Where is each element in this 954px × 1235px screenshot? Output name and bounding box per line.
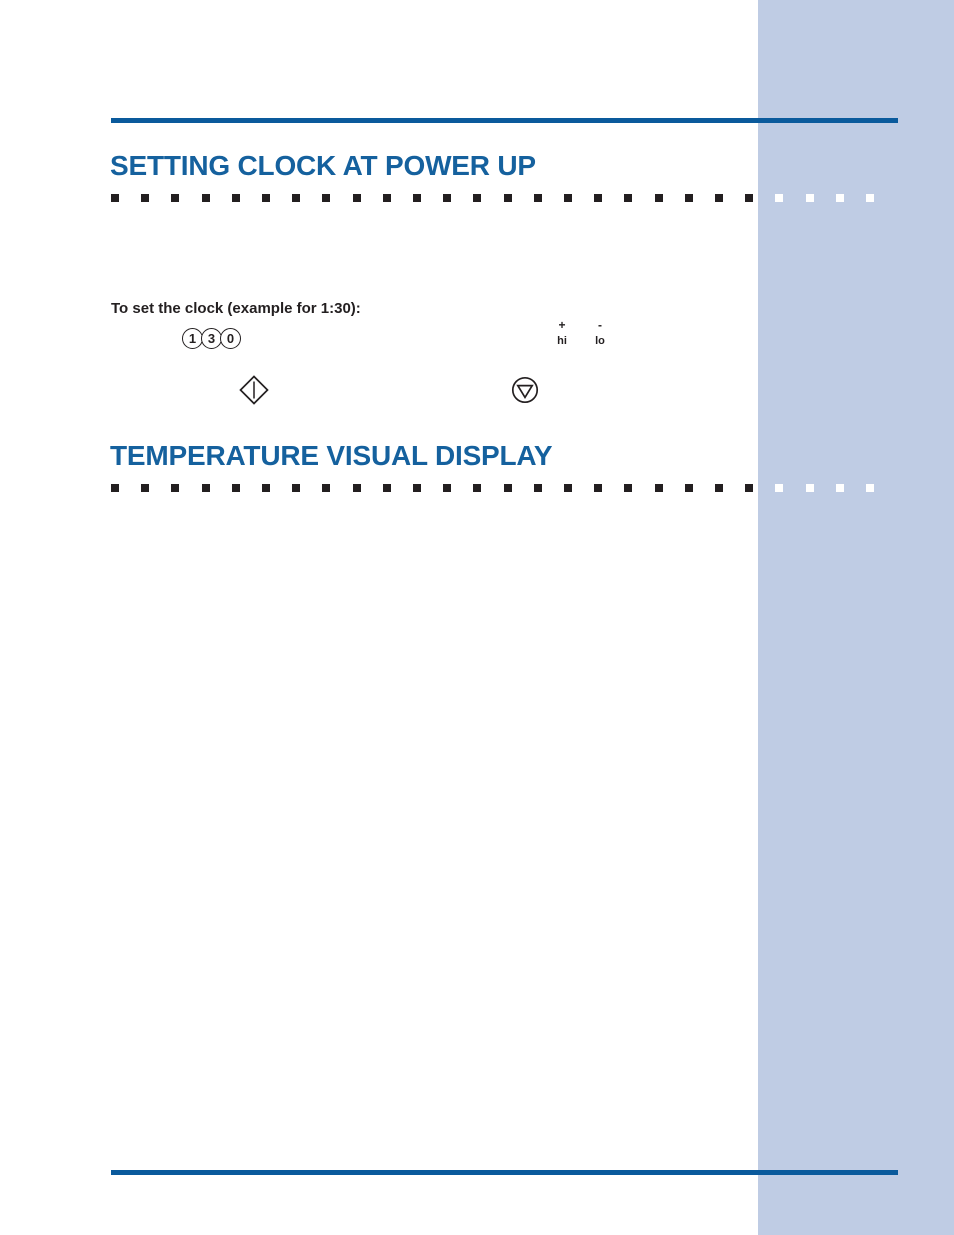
divider-dash bbox=[322, 194, 331, 202]
step-digit-3: 0 bbox=[220, 328, 241, 349]
divider-dash bbox=[262, 194, 270, 202]
divider-dash bbox=[835, 484, 844, 492]
pad-legend-lo: - lo bbox=[591, 318, 609, 348]
divider-dash bbox=[443, 194, 452, 202]
divider-dash bbox=[715, 484, 723, 492]
divider-dash bbox=[775, 484, 784, 492]
top-divider-rule bbox=[111, 118, 898, 123]
divider-dash bbox=[533, 194, 542, 202]
divider-dash bbox=[745, 484, 754, 492]
divider-dash bbox=[141, 194, 150, 202]
divider-dash bbox=[292, 194, 301, 202]
divider-dash bbox=[443, 484, 452, 492]
divider-dash bbox=[654, 194, 663, 202]
divider-dash bbox=[322, 484, 331, 492]
divider-dash bbox=[231, 194, 240, 202]
page-title-temperature-visual-display: TEMPERATURE VISUAL DISPLAY bbox=[110, 440, 553, 471]
divider-dash bbox=[866, 484, 874, 492]
divider-dash bbox=[564, 194, 572, 202]
step-digit-sequence: 1 3 0 bbox=[182, 328, 241, 349]
divider-dash bbox=[805, 194, 814, 202]
divider-dash bbox=[745, 194, 754, 202]
divider-dash bbox=[684, 194, 693, 202]
clock-diamond-icon bbox=[238, 374, 270, 406]
divider-dash bbox=[231, 484, 240, 492]
divider-dash bbox=[564, 484, 572, 492]
pad-word-lo: lo bbox=[595, 335, 605, 347]
pad-sign-minus: - bbox=[598, 318, 602, 332]
divider-dash bbox=[473, 194, 482, 202]
divider-dash bbox=[503, 194, 512, 202]
divider-dash bbox=[594, 194, 603, 202]
divider-dash bbox=[533, 484, 542, 492]
pad-legend-hi: + hi bbox=[553, 318, 571, 348]
divider-dash bbox=[292, 484, 301, 492]
divider-dash bbox=[775, 194, 784, 202]
manual-page: SETTING CLOCK AT POWER UP To set the clo… bbox=[0, 0, 954, 1235]
step-digit-2: 3 bbox=[201, 328, 222, 349]
divider-dash bbox=[171, 484, 180, 492]
divider-dash bbox=[805, 484, 814, 492]
divider-dash bbox=[141, 484, 150, 492]
bottom-divider-rule bbox=[111, 1170, 898, 1175]
divider-dash bbox=[624, 194, 633, 202]
divider-dash bbox=[352, 194, 361, 202]
sidebar-band bbox=[758, 0, 954, 1235]
divider-dash bbox=[473, 484, 482, 492]
clock-instruction-label: To set the clock (example for 1:30): bbox=[111, 300, 361, 317]
divider-dash bbox=[111, 484, 119, 492]
divider-dash bbox=[654, 484, 663, 492]
pad-word-hi: hi bbox=[557, 335, 567, 347]
divider-dash bbox=[171, 194, 180, 202]
pad-sign-plus: + bbox=[558, 318, 566, 332]
pad-legend: + hi - lo bbox=[553, 318, 609, 348]
dotted-divider-rule-1 bbox=[111, 194, 898, 202]
divider-dash bbox=[382, 194, 391, 202]
divider-dash bbox=[111, 194, 119, 202]
divider-dash bbox=[413, 194, 421, 202]
step-digit-1: 1 bbox=[182, 328, 203, 349]
divider-dash bbox=[594, 484, 603, 492]
divider-dash bbox=[835, 194, 844, 202]
divider-dash bbox=[352, 484, 361, 492]
divider-dash bbox=[201, 194, 210, 202]
divider-dash bbox=[503, 484, 512, 492]
divider-dash bbox=[715, 194, 723, 202]
page-title-setting-clock: SETTING CLOCK AT POWER UP bbox=[110, 150, 536, 181]
divider-dash bbox=[382, 484, 391, 492]
divider-dash bbox=[624, 484, 633, 492]
divider-dash bbox=[201, 484, 210, 492]
divider-dash bbox=[413, 484, 421, 492]
divider-dash bbox=[684, 484, 693, 492]
divider-dash bbox=[262, 484, 270, 492]
dotted-divider-rule-2 bbox=[111, 484, 898, 492]
temperature-triangle-icon bbox=[510, 375, 540, 405]
divider-dash bbox=[866, 194, 874, 202]
